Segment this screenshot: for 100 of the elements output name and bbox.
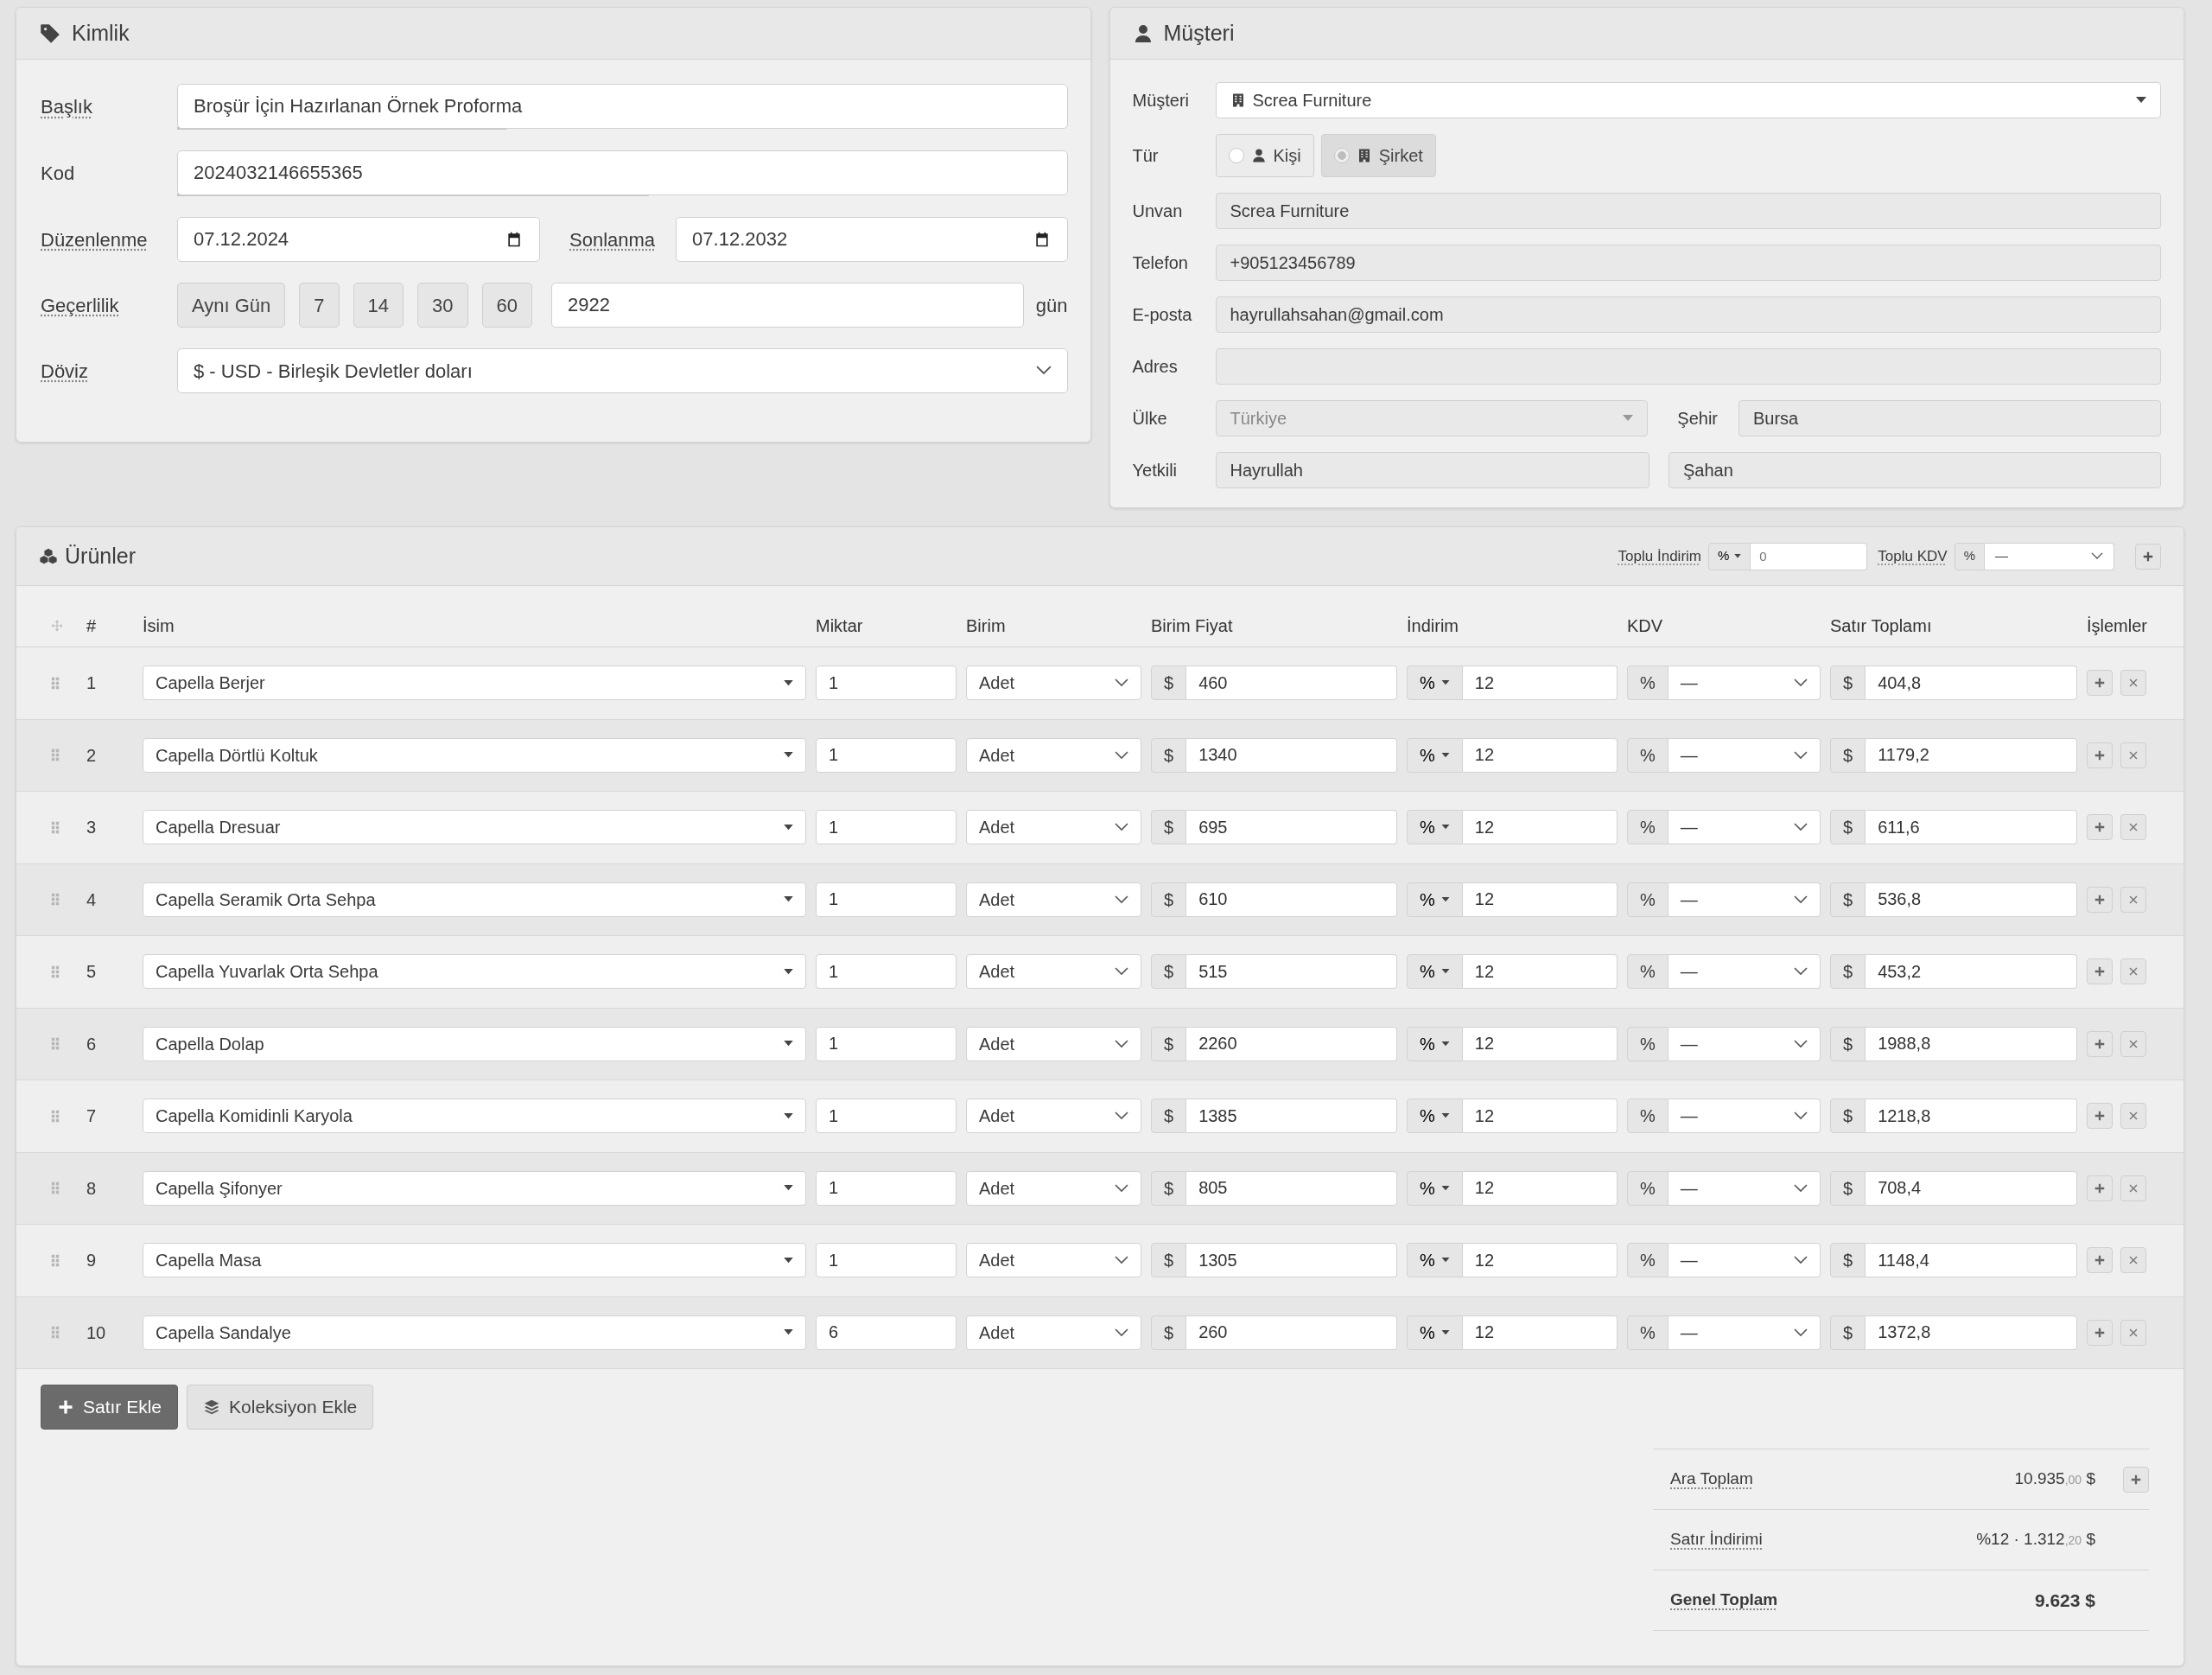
add-button[interactable] <box>2087 1247 2113 1274</box>
text-input[interactable]: +905123456789 <box>1215 245 2161 281</box>
line-total-input[interactable]: 404,8 <box>1866 666 2077 701</box>
add-button[interactable] <box>2087 1175 2113 1201</box>
vat-select[interactable]: — <box>1668 1026 1821 1061</box>
discount-input[interactable]: 12 <box>1462 810 1618 845</box>
price-input[interactable]: 260 <box>1186 1315 1397 1350</box>
line-total-input[interactable]: 1218,8 <box>1866 1099 2077 1134</box>
discount-type-dropdown[interactable]: % <box>1708 542 1751 570</box>
add-button[interactable] <box>2087 1030 2113 1057</box>
quantity-input[interactable]: 1 <box>816 737 957 773</box>
product-select[interactable]: Capella Komidinli Karyola <box>143 1099 806 1134</box>
quantity-input[interactable]: 1 <box>816 1099 957 1134</box>
unit-select[interactable]: Adet <box>966 1243 1141 1278</box>
vat-select[interactable]: — <box>1668 737 1821 773</box>
vat-select[interactable]: — <box>1668 1170 1821 1206</box>
product-select[interactable]: Capella Dörtlü Koltuk <box>143 737 806 773</box>
vat-select[interactable]: — <box>1668 1315 1821 1350</box>
discount-input[interactable]: 12 <box>1462 954 1618 990</box>
product-select[interactable]: Capella Seramik Orta Sehpa <box>143 882 806 917</box>
action-button[interactable]: Koleksiyon Ekle <box>187 1385 374 1430</box>
product-select[interactable]: Capella Masa <box>143 1243 806 1278</box>
vat-select[interactable]: — <box>1668 954 1821 990</box>
discount-input[interactable]: 12 <box>1462 1026 1618 1061</box>
discount-input[interactable]: 12 <box>1462 1315 1618 1350</box>
product-select[interactable]: Capella Sandalye <box>143 1315 806 1350</box>
discount-type-dropdown[interactable]: % <box>1407 1315 1463 1350</box>
unit-select[interactable]: Adet <box>966 882 1141 917</box>
unit-select[interactable]: Adet <box>966 737 1141 773</box>
quantity-input[interactable]: 1 <box>816 954 957 990</box>
price-input[interactable]: 1340 <box>1186 737 1397 773</box>
price-input[interactable]: 610 <box>1186 882 1397 917</box>
unit-select[interactable]: Adet <box>966 666 1141 701</box>
text-input[interactable]: Bursa <box>1738 400 2161 436</box>
price-input[interactable]: 1305 <box>1186 1243 1397 1278</box>
discount-type-dropdown[interactable]: % <box>1407 666 1463 701</box>
line-total-input[interactable]: 611,6 <box>1866 810 2077 845</box>
add-button[interactable] <box>2087 670 2113 697</box>
discount-type-dropdown[interactable]: % <box>1407 1170 1463 1206</box>
line-total-input[interactable]: 536,8 <box>1866 882 2077 917</box>
text-input[interactable]: Screa Furniture <box>1215 193 2161 229</box>
preset-button[interactable]: 30 <box>417 283 468 328</box>
quantity-input[interactable]: 1 <box>816 1243 957 1278</box>
customer-select[interactable]: Screa Furniture <box>1215 82 2161 118</box>
days-input[interactable]: 2922 <box>551 283 1024 328</box>
add-button[interactable] <box>2087 959 2113 985</box>
discount-input[interactable]: 0 <box>1751 542 1868 570</box>
type-option[interactable]: Kişi <box>1215 134 1314 177</box>
preset-button[interactable]: 7 <box>299 283 340 328</box>
add-button[interactable] <box>2087 742 2113 768</box>
currency-select[interactable]: $ - USD - Birleşik Devletler doları <box>177 348 1068 393</box>
add-button[interactable] <box>2135 543 2161 570</box>
discount-type-dropdown[interactable]: % <box>1407 1026 1463 1061</box>
quantity-input[interactable]: 1 <box>816 810 957 845</box>
line-total-input[interactable]: 453,2 <box>1866 954 2077 990</box>
discount-input[interactable]: 12 <box>1462 737 1618 773</box>
code-input[interactable]: 2024032146655365 <box>177 150 1068 195</box>
vat-select[interactable]: — <box>1668 666 1821 701</box>
add-button[interactable] <box>2087 886 2113 913</box>
vat-select[interactable]: — <box>1668 882 1821 917</box>
discount-type-dropdown[interactable]: % <box>1407 882 1463 917</box>
quantity-input[interactable]: 1 <box>816 882 957 917</box>
line-total-input[interactable]: 1372,8 <box>1866 1315 2077 1350</box>
preset-button[interactable]: 14 <box>353 283 404 328</box>
unit-select[interactable]: Adet <box>966 810 1141 845</box>
quantity-input[interactable]: 1 <box>816 666 957 701</box>
product-select[interactable]: Capella Dresuar <box>143 810 806 845</box>
price-input[interactable]: 695 <box>1186 810 1397 845</box>
date-input[interactable]: 07.12.2032 <box>676 217 1068 262</box>
unit-select[interactable]: Adet <box>966 1026 1141 1061</box>
type-option[interactable]: Şirket <box>1320 134 1436 177</box>
price-input[interactable]: 1385 <box>1186 1099 1397 1134</box>
line-total-input[interactable]: 1179,2 <box>1866 737 2077 773</box>
discount-type-dropdown[interactable]: % <box>1407 1243 1463 1278</box>
unit-select[interactable]: Adet <box>966 1170 1141 1206</box>
discount-type-dropdown[interactable]: % <box>1407 737 1463 773</box>
price-input[interactable]: 460 <box>1186 666 1397 701</box>
quantity-input[interactable]: 1 <box>816 1170 957 1206</box>
product-select[interactable]: Capella Şifonyer <box>143 1170 806 1206</box>
add-button[interactable] <box>2087 1103 2113 1130</box>
text-input[interactable] <box>1215 348 2161 385</box>
line-total-input[interactable]: 1148,4 <box>1866 1243 2077 1278</box>
discount-input[interactable]: 12 <box>1462 1099 1618 1134</box>
vat-select[interactable]: — <box>1668 1099 1821 1134</box>
add-button[interactable] <box>2087 1319 2113 1346</box>
title-input[interactable]: Broşür İçin Hazırlanan Örnek Proforma <box>177 84 1068 129</box>
price-input[interactable]: 2260 <box>1186 1026 1397 1061</box>
discount-type-dropdown[interactable]: % <box>1407 954 1463 990</box>
discount-input[interactable]: 12 <box>1462 1170 1618 1206</box>
discount-type-dropdown[interactable]: % <box>1407 810 1463 845</box>
product-select[interactable]: Capella Berjer <box>143 666 806 701</box>
product-select[interactable]: Capella Yuvarlak Orta Sehpa <box>143 954 806 990</box>
unit-select[interactable]: Adet <box>966 1099 1141 1134</box>
discount-input[interactable]: 12 <box>1462 666 1618 701</box>
text-input[interactable]: Şahan <box>1669 452 2161 488</box>
add-button[interactable] <box>2087 814 2113 841</box>
preset-button[interactable]: 60 <box>481 283 533 328</box>
product-select[interactable]: Capella Dolap <box>143 1026 806 1061</box>
vat-select[interactable]: — <box>1668 810 1821 845</box>
preset-button[interactable]: Aynı Gün <box>177 283 286 328</box>
